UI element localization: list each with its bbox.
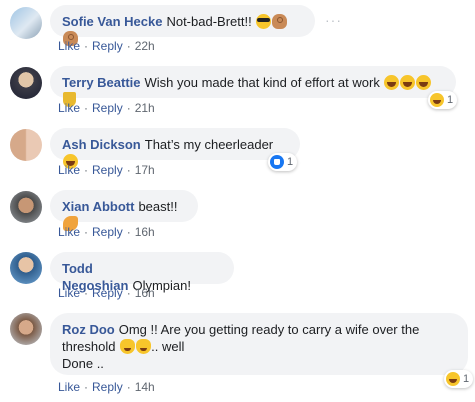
separator: · — [126, 39, 131, 53]
comment-actions: Like · Reply · 16h — [58, 286, 155, 300]
comment-author[interactable]: Xian Abbott — [62, 199, 134, 214]
comment-text: That’s my cheerleader — [144, 137, 274, 152]
ok-hand-icon — [272, 14, 288, 29]
timestamp[interactable]: 22h — [135, 39, 155, 53]
separator: · — [84, 39, 89, 53]
timestamp[interactable]: 16h — [135, 286, 155, 300]
comment-text: beast!! — [138, 199, 178, 214]
separator: · — [126, 225, 131, 239]
reply-link[interactable]: Reply — [92, 225, 123, 239]
reaction-count-value: 1 — [447, 94, 454, 106]
more-options-icon[interactable]: ··· — [325, 12, 342, 28]
separator: · — [84, 163, 89, 177]
timestamp[interactable]: 17h — [135, 163, 155, 177]
comment-actions: Like · Reply · 17h — [58, 163, 155, 177]
comment-text: threshold — [62, 339, 116, 354]
comment-text: Omg !! Are you getting ready to carry a … — [118, 322, 420, 337]
separator: · — [126, 286, 131, 300]
reaction-count[interactable]: 1 — [428, 91, 458, 109]
grinning-cat-icon — [120, 339, 136, 354]
reaction-count[interactable]: 1 — [268, 153, 298, 171]
like-link[interactable]: Like — [58, 163, 80, 177]
comment-author[interactable]: Ash Dickson — [62, 137, 141, 152]
timestamp[interactable]: 21h — [135, 101, 155, 115]
reaction-count-value: 1 — [287, 156, 294, 168]
comment-text: .. well — [151, 339, 185, 354]
separator: · — [84, 101, 89, 115]
like-link[interactable]: Like — [58, 39, 80, 53]
separator: · — [84, 380, 89, 394]
comment-actions: Like · Reply · 22h — [58, 39, 155, 53]
reaction-count-value: 1 — [463, 373, 470, 385]
comment-actions: Like · Reply · 14h — [58, 380, 155, 394]
reply-link[interactable]: Reply — [92, 39, 123, 53]
reaction-count[interactable]: 1 — [444, 370, 474, 388]
avatar[interactable] — [10, 191, 42, 223]
smiling-face-with-sunglasses-icon — [256, 14, 272, 29]
haha-reaction-icon — [430, 93, 444, 107]
grinning-cat-icon — [136, 339, 152, 354]
comment-bubble: Roz Doo Omg !! Are you getting ready to c… — [50, 313, 468, 375]
laughing-face-icon — [400, 75, 416, 90]
comment-bubble: Ash Dickson That’s my cheerleader — [50, 128, 300, 169]
comment-author[interactable]: Roz Doo — [62, 322, 115, 337]
comment-bubble: Todd Negoshian Olympian! — [50, 252, 234, 293]
comment-text: Not-bad-Brett!! — [166, 14, 252, 29]
timestamp[interactable]: 14h — [135, 380, 155, 394]
comment-bubble: Terry Beattie Wish you made that kind of … — [50, 66, 456, 107]
separator: · — [126, 101, 131, 115]
comment-actions: Like · Reply · 16h — [58, 225, 155, 239]
avatar[interactable] — [10, 252, 42, 284]
avatar[interactable] — [10, 313, 42, 345]
like-link[interactable]: Like — [58, 286, 80, 300]
comment-bubble: Sofie Van Hecke Not-bad-Brett!! — [50, 5, 315, 46]
reply-link[interactable]: Reply — [92, 380, 123, 394]
like-link[interactable]: Like — [58, 225, 80, 239]
timestamp[interactable]: 16h — [135, 225, 155, 239]
comment-bubble: Xian Abbott beast!! — [50, 190, 198, 231]
comment-author[interactable]: Terry Beattie — [62, 75, 141, 90]
separator: · — [126, 163, 131, 177]
reply-link[interactable]: Reply — [92, 163, 123, 177]
avatar[interactable] — [10, 7, 42, 39]
laughing-face-icon — [384, 75, 400, 90]
avatar[interactable] — [10, 129, 42, 161]
like-reaction-icon — [270, 155, 284, 169]
comment-text: Wish you made that kind of effort at wor… — [144, 75, 380, 90]
separator: · — [84, 225, 89, 239]
separator: · — [126, 380, 131, 394]
haha-reaction-icon — [446, 372, 460, 386]
like-link[interactable]: Like — [58, 101, 80, 115]
comment-author[interactable]: Sofie Van Hecke — [62, 14, 162, 29]
reply-link[interactable]: Reply — [92, 286, 123, 300]
separator: · — [84, 286, 89, 300]
comment-actions: Like · Reply · 21h — [58, 101, 155, 115]
laughing-face-icon — [416, 75, 432, 90]
reply-link[interactable]: Reply — [92, 101, 123, 115]
comment-text: Done .. — [62, 356, 104, 371]
avatar[interactable] — [10, 67, 42, 99]
like-link[interactable]: Like — [58, 380, 80, 394]
